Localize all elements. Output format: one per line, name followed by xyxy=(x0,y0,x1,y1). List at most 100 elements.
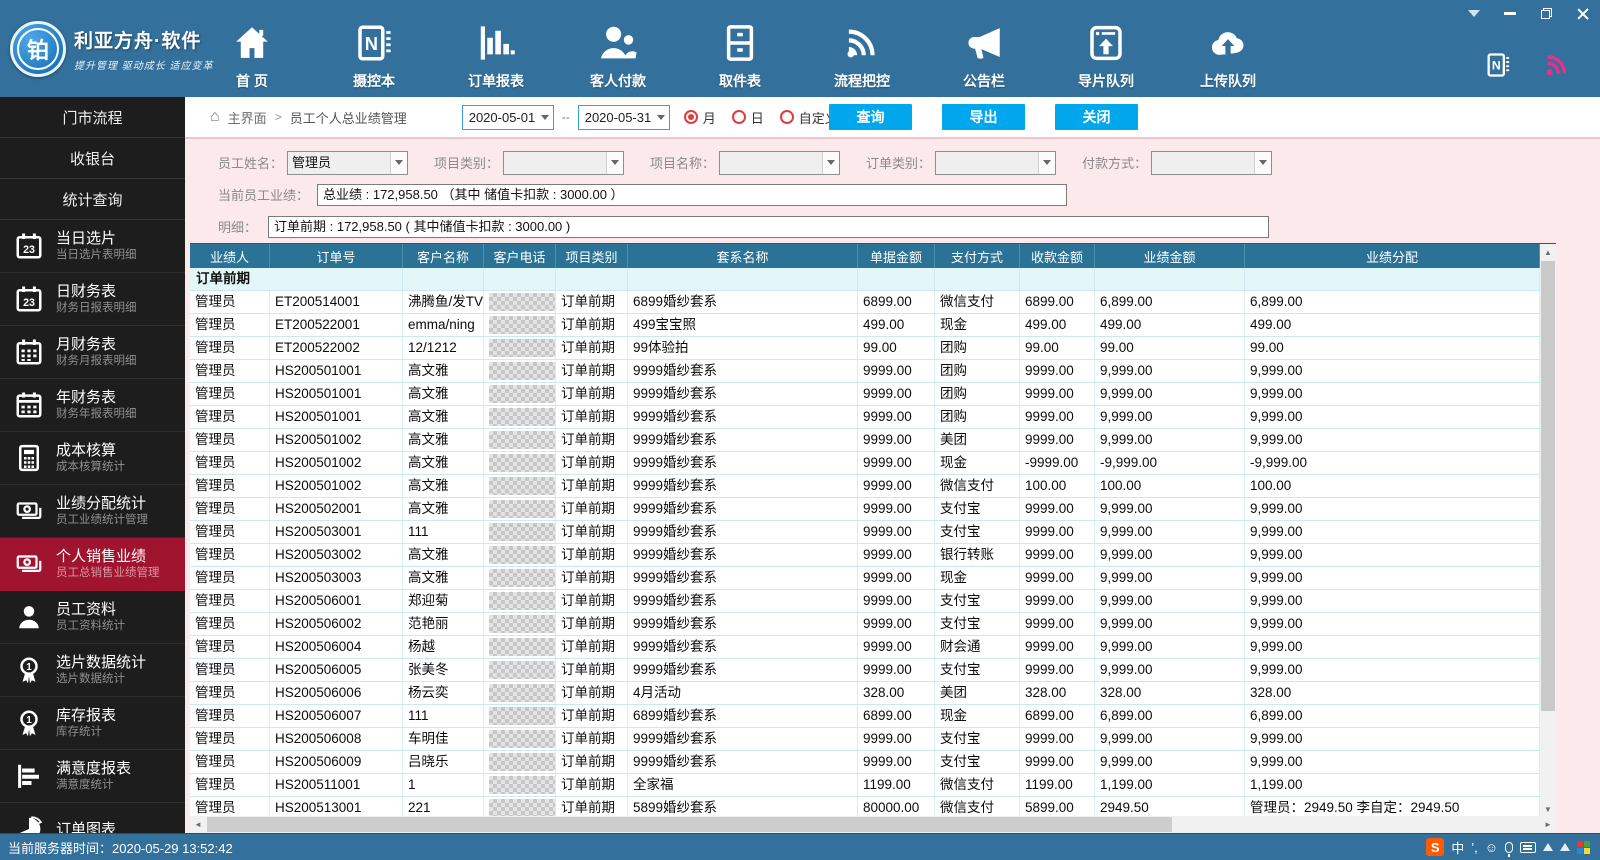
table-row[interactable]: 管理员 HS200503001 111 订单前期 9999婚纱套系 9999.00 支付宝 9… xyxy=(190,521,1540,544)
date-from-picker[interactable]: 2020-05-01 xyxy=(461,104,554,130)
sidebar-item-月财务表[interactable]: 月财务表 财务月报表明细 xyxy=(0,326,185,379)
table-row[interactable]: 管理员 HS200502001 高文雅 订单前期 9999婚纱套系 9999.00 支付宝 9… xyxy=(190,498,1540,521)
table-row[interactable]: 管理员 ET200514001 沸腾鱼/发TV 订单前期 6899婚纱套系 6899.00… xyxy=(190,291,1540,314)
sogou-icon[interactable]: S xyxy=(1426,838,1445,856)
chevron-down-icon[interactable] xyxy=(653,114,669,120)
table-row[interactable]: 管理员 HS200503003 高文雅 订单前期 9999婚纱套系 9999.00 现金 99… xyxy=(190,567,1540,590)
sidebar-item-满意度报表[interactable]: 满意度报表 满意度统计 xyxy=(0,750,185,803)
chinese-mode-icon[interactable]: 中 xyxy=(1451,838,1464,857)
detail-summary-value[interactable]: 订单前期 : 172,958.50 ( 其中储值卡扣款 : 3000.00 ) xyxy=(268,215,1269,238)
group-header-row[interactable]: 订单前期 xyxy=(190,268,1540,291)
table-row[interactable]: 管理员 HS200506009 吕晓乐 订单前期 9999婚纱套系 9999.00 支付宝 9… xyxy=(190,751,1540,774)
table-row[interactable]: 管理员 HS200506005 张美冬 订单前期 9999婚纱套系 9999.00 支付宝 9… xyxy=(190,659,1540,682)
table-row[interactable]: 管理员 HS200506001 郑迎菊 订单前期 9999婚纱套系 9999.00 支付宝 9… xyxy=(190,590,1540,613)
sidebar-section-2[interactable]: 统计查询 xyxy=(0,179,185,220)
nav-item-report-chart[interactable]: 订单报表 xyxy=(435,22,557,91)
menu-collapse-icon[interactable] xyxy=(1466,6,1482,20)
breadcrumb-root[interactable]: 主界面 xyxy=(228,108,267,127)
nav-item-notebook[interactable]: N 摄控本 xyxy=(313,22,435,91)
sidebar-item-当日选片[interactable]: 23 当日选片 当日选片表明细 xyxy=(0,220,185,273)
mic-icon[interactable] xyxy=(1505,841,1513,857)
close-button[interactable]: 关闭 xyxy=(1055,104,1138,130)
wireless-pink-icon[interactable] xyxy=(1542,50,1572,85)
filter-select-2[interactable] xyxy=(719,150,841,175)
chevron-down-icon[interactable] xyxy=(390,151,408,174)
scroll-left-icon[interactable]: ◄ xyxy=(190,816,206,833)
table-row[interactable]: 管理员 HS200506007 111 订单前期 6899婚纱套系 6899.00 现金 68… xyxy=(190,705,1540,728)
scroll-right-icon[interactable]: ► xyxy=(1540,816,1556,833)
radio-icon[interactable] xyxy=(779,110,794,124)
table-row[interactable]: 管理员 HS200511001 1 订单前期 全家福 1199.00 微信支付 1199.00… xyxy=(190,774,1540,797)
table-row[interactable]: 管理员 HS200501001 高文雅 订单前期 9999婚纱套系 9999.00 团购 99… xyxy=(190,383,1540,406)
column-header-customer-name[interactable]: 客户名称 xyxy=(403,244,484,268)
table-row[interactable]: 管理员 HS200506002 范艳丽 订单前期 9999婚纱套系 9999.00 支付宝 9… xyxy=(190,613,1540,636)
table-row[interactable]: 管理员 ET200522001 emma/ning 订单前期 499宝宝照 499.00 现… xyxy=(190,314,1540,337)
emoji-icon[interactable]: ☺ xyxy=(1485,840,1498,855)
sidebar-section-1[interactable]: 收银台 xyxy=(0,138,185,179)
table-row[interactable]: 管理员 HS200503002 高文雅 订单前期 9999婚纱套系 9999.00 银行转账… xyxy=(190,544,1540,567)
filter-select-4[interactable] xyxy=(1151,150,1273,175)
column-header-customer-phone[interactable]: 客户电话 xyxy=(484,244,556,268)
nav-item-megaphone[interactable]: 公告栏 xyxy=(923,22,1045,91)
scroll-up-icon[interactable]: ▲ xyxy=(1540,244,1556,260)
minimize-icon[interactable] xyxy=(1502,6,1518,20)
nav-item-workflow-signal[interactable]: 流程把控 xyxy=(801,22,923,91)
table-row[interactable]: 管理员 HS200501002 高文雅 订单前期 9999婚纱套系 9999.00 微信支付… xyxy=(190,475,1540,498)
chevron-down-icon[interactable] xyxy=(1254,151,1272,174)
upload-icon[interactable] xyxy=(1543,843,1553,851)
filter-select-3[interactable] xyxy=(935,150,1057,175)
nav-item-customers[interactable]: 客人付款 xyxy=(557,22,679,91)
column-header-order-no[interactable]: 订单号 xyxy=(270,244,403,268)
sidebar-item-成本核算[interactable]: 成本核算 成本核算统计 xyxy=(0,432,185,485)
date-to-picker[interactable]: 2020-05-31 xyxy=(577,104,670,130)
chevron-down-icon[interactable] xyxy=(606,151,624,174)
radio-option-日[interactable]: 日 xyxy=(731,108,764,127)
table-row[interactable]: 管理员 HS200501002 高文雅 订单前期 9999婚纱套系 9999.00 现金 -9… xyxy=(190,452,1540,475)
scroll-down-icon[interactable]: ▼ xyxy=(1540,801,1556,816)
table-row[interactable]: 管理员 HS200513001 221 订单前期 5899婚纱套系 80000.00 微信支… xyxy=(190,797,1540,816)
performance-summary-value[interactable]: 总业绩 : 172,958.50 （其中 储值卡扣款 : 3000.00 ） xyxy=(317,183,1067,206)
table-row[interactable]: 管理员 HS200506008 车明佳 订单前期 9999婚纱套系 9999.00 支付宝 9… xyxy=(190,728,1540,751)
radio-icon[interactable] xyxy=(683,110,698,124)
keyboard-icon[interactable] xyxy=(1520,841,1536,853)
export-button[interactable]: 导出 xyxy=(942,104,1025,130)
chevron-down-icon[interactable] xyxy=(537,114,553,120)
sidebar-item-业绩分配统计[interactable]: 业绩分配统计 员工业绩统计管理 xyxy=(0,485,185,538)
column-header-receipt-amount[interactable]: 单据金额 xyxy=(858,244,935,268)
filter-select-1[interactable] xyxy=(503,150,625,175)
column-header-payment-method[interactable]: 支付方式 xyxy=(935,244,1020,268)
sidebar-item-选片数据统计[interactable]: 1 选片数据统计 选片数据统计 xyxy=(0,644,185,697)
chevron-down-icon[interactable] xyxy=(822,151,840,174)
table-row[interactable]: 管理员 ET200522002 12/1212 订单前期 99体验拍 99.00 团购 99.… xyxy=(190,337,1540,360)
column-header-package-name[interactable]: 套系名称 xyxy=(628,244,858,268)
nav-item-export-queue[interactable]: 导片队列 xyxy=(1045,22,1167,91)
sidebar-item-库存报表[interactable]: 1 库存报表 库存统计 xyxy=(0,697,185,750)
close-icon[interactable] xyxy=(1574,6,1590,20)
sidebar-item-个人销售业绩[interactable]: 个人销售业绩 员工总销售业绩管理 xyxy=(0,538,185,591)
sidebar-section-0[interactable]: 门市流程 xyxy=(0,97,185,138)
nav-item-pickup-cabinet[interactable]: 取件表 xyxy=(679,22,801,91)
horizontal-scrollbar[interactable]: ◄ ► xyxy=(190,816,1556,833)
chevron-down-icon[interactable] xyxy=(1038,151,1056,174)
horizontal-scroll-thumb[interactable] xyxy=(207,817,1172,832)
sidebar-item-年财务表[interactable]: 年财务表 财务年报表明细 xyxy=(0,379,185,432)
column-header-performance-allocation[interactable]: 业绩分配 xyxy=(1245,244,1540,268)
vertical-scrollbar[interactable]: ▲ ▼ xyxy=(1540,244,1556,816)
table-row[interactable]: 管理员 HS200501001 高文雅 订单前期 9999婚纱套系 9999.00 团购 99… xyxy=(190,360,1540,383)
sidebar-item-员工资料[interactable]: 员工资料 员工资料统计 xyxy=(0,591,185,644)
vertical-scroll-thumb[interactable] xyxy=(1541,261,1555,711)
table-row[interactable]: 管理员 HS200506004 杨越 订单前期 9999婚纱套系 9999.00 财会通 99… xyxy=(190,636,1540,659)
query-button[interactable]: 查询 xyxy=(829,104,912,130)
column-header-performer[interactable]: 业绩人 xyxy=(190,244,270,268)
table-row[interactable]: 管理员 HS200501002 高文雅 订单前期 9999婚纱套系 9999.00 美团 99… xyxy=(190,429,1540,452)
radio-option-月[interactable]: 月 xyxy=(683,108,716,127)
upload-icon[interactable] xyxy=(1560,843,1570,851)
column-header-received-amount[interactable]: 收款金额 xyxy=(1020,244,1095,268)
sidebar-item-日财务表[interactable]: 23 日财务表 财务日报表明细 xyxy=(0,273,185,326)
punctuation-icon[interactable]: ’, xyxy=(1471,840,1478,855)
radio-icon[interactable] xyxy=(731,110,746,124)
home-small-icon[interactable]: ⌂ xyxy=(210,108,220,126)
table-row[interactable]: 管理员 HS200506006 杨云奕 订单前期 4月活动 328.00 美团 328.00 3… xyxy=(190,682,1540,705)
apps-grid-icon[interactable] xyxy=(1577,840,1590,854)
sidebar-item-订单图表[interactable]: 订单图表 xyxy=(0,803,185,833)
